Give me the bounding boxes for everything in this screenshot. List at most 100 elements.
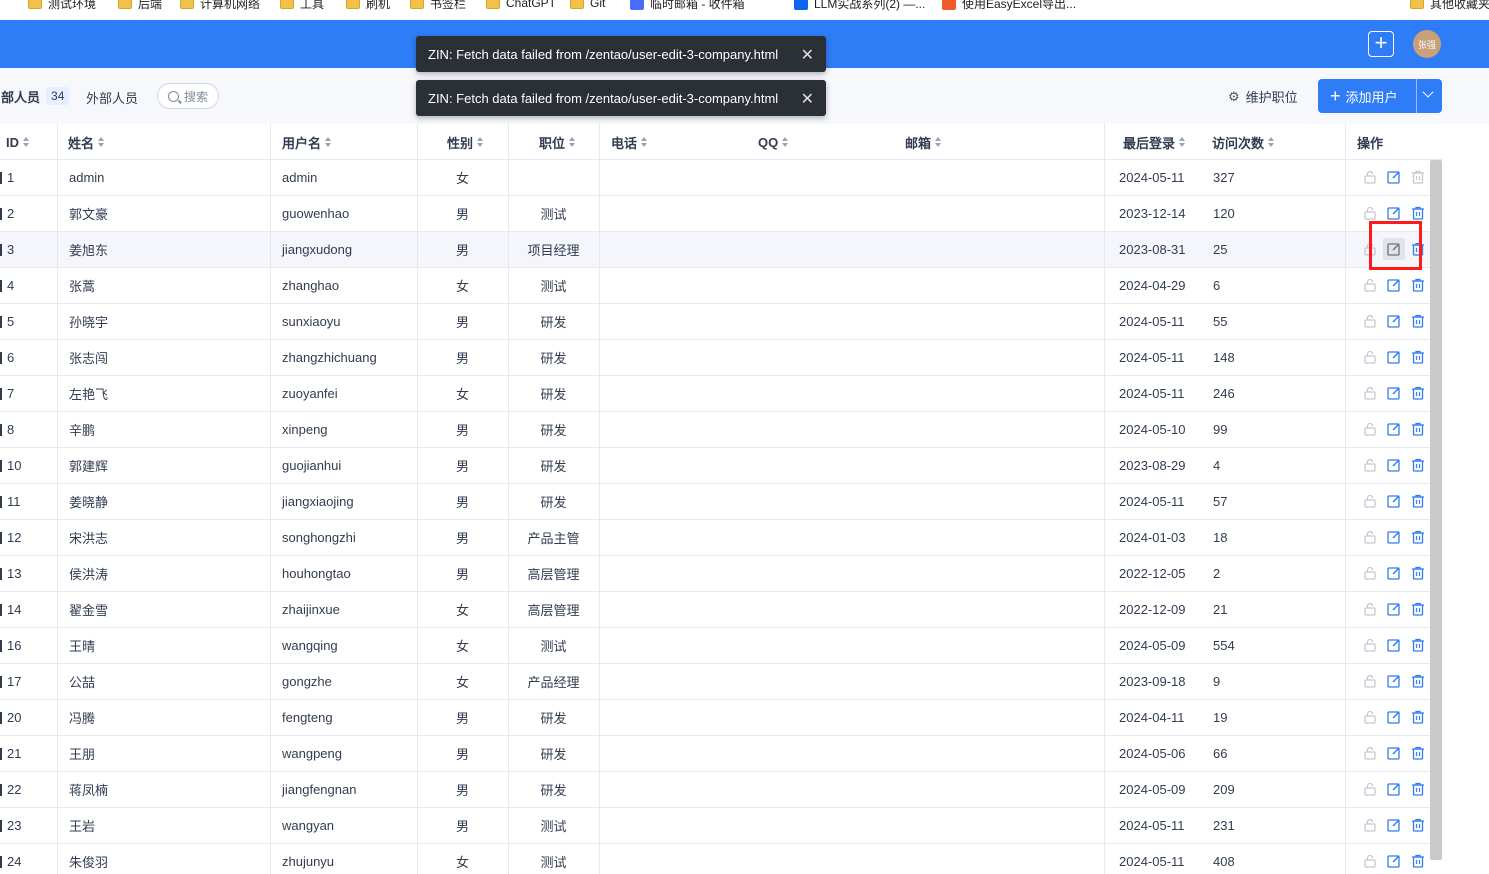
lock-icon[interactable] — [1362, 637, 1378, 653]
plus-icon[interactable]: + — [1368, 31, 1394, 57]
edit-icon[interactable] — [1386, 457, 1402, 473]
vertical-scrollbar[interactable] — [1430, 160, 1442, 860]
column-header-qq[interactable]: QQ — [758, 124, 789, 160]
delete-icon[interactable] — [1410, 781, 1426, 797]
delete-icon[interactable] — [1410, 205, 1426, 221]
close-icon[interactable]: ✕ — [801, 45, 814, 65]
edit-icon[interactable] — [1386, 385, 1402, 401]
lock-icon[interactable] — [1362, 493, 1378, 509]
table-row[interactable]: 17 公喆 gongzhe 女 产品经理 2023-09-18 9 — [0, 664, 1442, 700]
column-header-phone[interactable]: 电话 — [611, 124, 648, 160]
column-header-gender[interactable]: 性别 — [447, 124, 484, 160]
bookmark-item[interactable]: 刷机 — [346, 0, 390, 13]
bookmark-item[interactable]: 使用EasyExcel导出... — [942, 0, 1076, 13]
edit-icon[interactable] — [1386, 781, 1402, 797]
delete-icon[interactable] — [1410, 853, 1426, 869]
column-header-username[interactable]: 用户名 — [282, 124, 332, 160]
search-button[interactable]: 搜索 — [157, 83, 219, 109]
column-header-email[interactable]: 邮箱 — [905, 124, 942, 160]
lock-icon[interactable] — [1362, 313, 1378, 329]
lock-icon[interactable] — [1362, 385, 1378, 401]
delete-icon[interactable] — [1410, 277, 1426, 293]
sort-icon[interactable] — [1179, 137, 1186, 147]
table-row[interactable]: 5 孙晓宇 sunxiaoyu 男 研发 2024-05-11 55 — [0, 304, 1442, 340]
lock-icon[interactable] — [1362, 853, 1378, 869]
delete-icon[interactable] — [1410, 637, 1426, 653]
delete-icon[interactable] — [1410, 565, 1426, 581]
edit-icon[interactable] — [1386, 601, 1402, 617]
edit-icon[interactable] — [1386, 493, 1402, 509]
table-row[interactable]: 1 admin admin 女 2024-05-11 327 — [0, 160, 1442, 196]
bookmark-item[interactable]: 后端 — [118, 0, 162, 13]
edit-icon[interactable] — [1386, 853, 1402, 869]
lock-icon[interactable] — [1362, 601, 1378, 617]
edit-icon[interactable] — [1386, 529, 1402, 545]
avatar[interactable]: 张强 — [1413, 30, 1441, 58]
table-row[interactable]: 10 郭建辉 guojianhui 男 研发 2023-08-29 4 — [0, 448, 1442, 484]
sort-icon[interactable] — [935, 137, 942, 147]
edit-icon[interactable] — [1386, 205, 1402, 221]
delete-icon[interactable] — [1410, 529, 1426, 545]
maintain-position-button[interactable]: ⚙ 维护职位 — [1228, 87, 1298, 106]
delete-icon[interactable] — [1410, 817, 1426, 833]
edit-icon[interactable] — [1386, 637, 1402, 653]
bookmark-item[interactable]: 书签栏 — [410, 0, 466, 13]
table-row[interactable]: 11 姜晓静 jiangxiaojing 男 研发 2024-05-11 57 — [0, 484, 1442, 520]
lock-icon[interactable] — [1362, 421, 1378, 437]
edit-icon[interactable] — [1386, 313, 1402, 329]
sort-icon[interactable] — [98, 137, 105, 147]
tab-external[interactable]: 外部人员 — [86, 88, 138, 107]
edit-icon[interactable] — [1383, 238, 1405, 260]
table-row[interactable]: 24 朱俊羽 zhujunyu 女 测试 2024-05-11 408 — [0, 844, 1442, 874]
edit-icon[interactable] — [1386, 421, 1402, 437]
delete-icon[interactable] — [1410, 349, 1426, 365]
bookmark-item[interactable]: 测试环境 — [28, 0, 96, 13]
lock-icon[interactable] — [1362, 673, 1378, 689]
delete-icon[interactable] — [1410, 241, 1426, 257]
table-row[interactable]: 2 郭文豪 guowenhao 男 测试 2023-12-14 120 — [0, 196, 1442, 232]
delete-icon[interactable] — [1410, 421, 1426, 437]
edit-icon[interactable] — [1386, 817, 1402, 833]
column-header-role[interactable]: 职位 — [539, 124, 576, 160]
table-row[interactable]: 13 侯洪涛 houhongtao 男 高层管理 2022-12-05 2 — [0, 556, 1442, 592]
table-row[interactable]: 7 左艳飞 zuoyanfei 女 研发 2024-05-11 246 — [0, 376, 1442, 412]
sort-icon[interactable] — [1268, 137, 1275, 147]
chevron-down-icon[interactable] — [1422, 86, 1434, 98]
table-row[interactable]: 14 翟金雪 zhaijinxue 女 高层管理 2022-12-09 21 — [0, 592, 1442, 628]
delete-icon[interactable] — [1410, 457, 1426, 473]
sort-icon[interactable] — [477, 137, 484, 147]
edit-icon[interactable] — [1386, 745, 1402, 761]
lock-icon[interactable] — [1362, 349, 1378, 365]
lock-icon[interactable] — [1362, 565, 1378, 581]
bookmark-item[interactable]: 计算机网络 — [180, 0, 260, 13]
edit-icon[interactable] — [1386, 169, 1402, 185]
lock-icon[interactable] — [1362, 277, 1378, 293]
lock-icon[interactable] — [1362, 205, 1378, 221]
sort-icon[interactable] — [782, 137, 789, 147]
bookmark-item[interactable]: LLM实战系列(2) —... — [794, 0, 925, 13]
bookmark-item[interactable]: 工具 — [280, 0, 324, 13]
column-header-name[interactable]: 姓名 — [68, 124, 105, 160]
sort-icon[interactable] — [641, 137, 648, 147]
sort-icon[interactable] — [325, 137, 332, 147]
delete-icon[interactable] — [1410, 169, 1426, 185]
lock-icon[interactable] — [1362, 169, 1378, 185]
sort-icon[interactable] — [23, 137, 30, 147]
delete-icon[interactable] — [1410, 313, 1426, 329]
column-header-last-login[interactable]: 最后登录 — [1123, 124, 1186, 160]
edit-icon[interactable] — [1386, 565, 1402, 581]
table-row[interactable]: 6 张志闯 zhangzhichuang 男 研发 2024-05-11 148 — [0, 340, 1442, 376]
edit-icon[interactable] — [1386, 709, 1402, 725]
bookmark-item[interactable]: 临时邮箱 - 收件箱 — [630, 0, 745, 13]
column-header-visits[interactable]: 访问次数 — [1212, 124, 1275, 160]
delete-icon[interactable] — [1410, 493, 1426, 509]
delete-icon[interactable] — [1410, 601, 1426, 617]
table-row[interactable]: 4 张蒿 zhanghao 女 测试 2024-04-29 6 — [0, 268, 1442, 304]
table-row[interactable]: 3 姜旭东 jiangxudong 男 项目经理 2023-08-31 25 — [0, 232, 1442, 268]
table-row[interactable]: 12 宋洪志 songhongzhi 男 产品主管 2024-01-03 18 — [0, 520, 1442, 556]
sort-icon[interactable] — [569, 137, 576, 147]
lock-icon[interactable] — [1362, 709, 1378, 725]
table-row[interactable]: 21 王朋 wangpeng 男 研发 2024-05-06 66 — [0, 736, 1442, 772]
lock-icon[interactable] — [1362, 529, 1378, 545]
edit-icon[interactable] — [1386, 277, 1402, 293]
